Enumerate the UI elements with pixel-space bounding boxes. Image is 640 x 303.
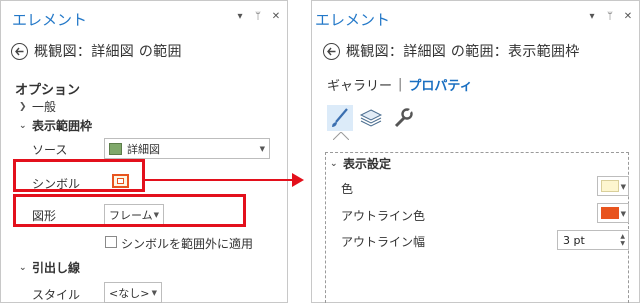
source-dropdown[interactable]: 詳細図 ▼	[104, 138, 270, 159]
left-pane-title: エレメント	[12, 11, 88, 29]
outline-color-swatch	[601, 207, 619, 219]
close-icon[interactable]: ✕	[623, 11, 633, 23]
left-breadcrumb: 概観図：詳細図 の範囲	[34, 44, 182, 60]
back-arrow-icon[interactable]	[11, 42, 28, 60]
general-tree-item[interactable]: ❯ 一般	[19, 98, 56, 115]
outline-width-stepper[interactable]: 3 pt ▲ ▼	[557, 230, 629, 250]
chevron-right-icon: ❯	[19, 101, 27, 112]
map-thumbnail-icon	[109, 142, 122, 155]
layers-tab[interactable]	[358, 105, 384, 131]
dropdown-arrow-icon: ▼	[259, 145, 265, 153]
layers-icon	[359, 109, 383, 127]
wrench-tab[interactable]	[390, 105, 416, 131]
dropdown-arrow-icon: ▼	[151, 289, 157, 297]
style-dropdown[interactable]: <なし> ▼	[104, 282, 162, 303]
selected-tab-pointer	[333, 132, 349, 140]
left-title-bar: エレメント ▾ ᛘ ✕	[1, 1, 287, 35]
dropdown-arrow-icon[interactable]: ▾	[235, 11, 245, 23]
left-element-pane: エレメント ▾ ᛘ ✕ 概観図：詳細図 の範囲 オプション ❯ 一般 ⌄ 表示範…	[0, 0, 288, 303]
symbol-highlight-box	[13, 159, 145, 192]
options-header: オプション	[15, 83, 81, 98]
outline-width-label: アウトライン幅	[341, 235, 426, 249]
right-pane-title: エレメント	[315, 11, 391, 29]
gallery-properties-tabs: ギャラリー | プロパティ	[327, 75, 473, 94]
apply-outside-checkbox[interactable]	[105, 236, 117, 248]
color-label: 色	[341, 182, 354, 196]
fill-color-swatch	[601, 180, 619, 192]
tab-gallery[interactable]: ギャラリー	[327, 75, 392, 94]
dropdown-arrow-icon: ▼	[620, 183, 626, 191]
chevron-down-icon: ⌄	[330, 158, 338, 169]
chevron-down-icon: ⌄	[19, 262, 27, 273]
wrench-icon	[394, 107, 414, 128]
leader-tree-item[interactable]: ⌄ 引出し線	[19, 259, 80, 276]
dropdown-arrow-icon: ▼	[620, 210, 626, 218]
right-title-bar: エレメント ▾ ᛘ ✕	[312, 1, 639, 35]
back-arrow-icon[interactable]	[323, 42, 340, 60]
right-breadcrumb: 概観図：詳細図 の範囲：表示範囲枠	[346, 44, 580, 60]
display-settings-header[interactable]: ⌄ 表示設定	[330, 155, 391, 172]
pin-icon[interactable]: ᛘ	[253, 11, 263, 23]
close-icon[interactable]: ✕	[271, 11, 281, 23]
tab-properties[interactable]: プロパティ	[408, 75, 472, 94]
spin-arrows-icon[interactable]: ▲ ▼	[620, 233, 625, 247]
chevron-down-icon: ⌄	[19, 120, 27, 131]
extent-frame-tree-item[interactable]: ⌄ 表示範囲枠	[19, 117, 92, 134]
style-label: スタイル	[32, 288, 81, 302]
left-breadcrumb-row: 概観図：詳細図 の範囲	[11, 41, 182, 61]
annotation-arrow-head	[292, 173, 304, 187]
paintbrush-icon	[332, 108, 348, 127]
pin-icon[interactable]: ᛘ	[605, 11, 615, 23]
annotation-arrow-line	[145, 179, 293, 181]
shape-highlight-box	[13, 194, 246, 227]
outline-color-label: アウトライン色	[341, 209, 426, 223]
fill-color-picker[interactable]: ▼	[597, 176, 629, 196]
display-settings-group: ⌄ 表示設定 色 ▼ アウトライン色 ▼ アウトライン幅 3 pt ▲ ▼	[325, 152, 629, 303]
outline-color-picker[interactable]: ▼	[597, 203, 629, 223]
apply-outside-label: シンボルを範囲外に適用	[121, 237, 254, 251]
source-label: ソース	[32, 143, 68, 157]
right-breadcrumb-row: 概観図：詳細図 の範囲：表示範囲枠	[323, 41, 580, 61]
dropdown-arrow-icon[interactable]: ▾	[587, 11, 597, 23]
symbol-tab[interactable]	[327, 105, 353, 131]
